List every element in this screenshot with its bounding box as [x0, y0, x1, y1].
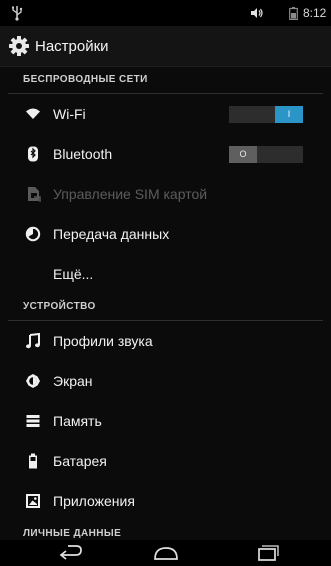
action-bar: Настройки	[0, 26, 331, 67]
settings-item-label: Батарея	[53, 453, 107, 469]
back-icon[interactable]	[58, 544, 84, 562]
settings-item-label: Память	[53, 413, 102, 429]
gear-icon[interactable]	[8, 35, 30, 57]
status-time: 8:12	[303, 6, 327, 20]
settings-item-label: Wi-Fi	[53, 106, 86, 122]
settings-item-storage[interactable]: Память	[0, 401, 331, 441]
section-header-device: УСТРОЙСТВО	[8, 294, 323, 321]
section-header-wireless: БЕСПРОВОДНЫЕ СЕТИ	[8, 67, 323, 94]
settings-item-label: Ещё...	[53, 266, 94, 282]
volume-icon	[251, 8, 263, 18]
wifi-toggle-thumb: I	[275, 106, 303, 123]
settings-item-label: Экран	[53, 373, 93, 389]
bluetooth-toggle-thumb: O	[229, 146, 257, 163]
section-header-label: ЛИЧНЫЕ ДАННЫЕ	[23, 528, 122, 539]
navigation-bar	[0, 540, 331, 566]
brightness-icon	[26, 374, 40, 388]
bluetooth-toggle[interactable]: O	[229, 146, 303, 163]
settings-item-bluetooth[interactable]: Bluetooth O	[0, 134, 331, 174]
apps-icon	[26, 494, 40, 508]
settings-screen: 8:12 Настройки БЕСПРОВОДНЫЕ СЕТИ Wi-Fi I…	[0, 0, 331, 566]
settings-item-display[interactable]: Экран	[0, 361, 331, 401]
section-header-label: УСТРОЙСТВО	[23, 301, 96, 312]
battery-icon	[29, 453, 37, 469]
bluetooth-icon	[28, 146, 38, 162]
battery-icon	[289, 7, 298, 20]
settings-item-label: Bluetooth	[53, 146, 113, 162]
settings-item-battery[interactable]: Батарея	[0, 441, 331, 481]
section-header-label: БЕСПРОВОДНЫЕ СЕТИ	[23, 74, 148, 85]
settings-item-sim: Управление SIM картой	[0, 174, 331, 214]
settings-item-wifi[interactable]: Wi-Fi I	[0, 94, 331, 134]
data-usage-icon	[25, 226, 41, 242]
sim-card-icon	[28, 187, 41, 202]
wifi-toggle[interactable]: I	[229, 106, 303, 123]
settings-item-label: Передача данных	[53, 226, 170, 242]
settings-item-label: Приложения	[53, 493, 135, 509]
settings-item-label: Профили звука	[53, 333, 153, 349]
usb-icon	[12, 6, 23, 21]
recent-apps-icon[interactable]	[254, 544, 280, 562]
settings-item-sound[interactable]: Профили звука	[0, 321, 331, 361]
storage-icon	[26, 415, 40, 427]
settings-item-data-usage[interactable]: Передача данных	[0, 214, 331, 254]
page-title: Настройки	[35, 38, 109, 55]
status-bar: 8:12	[0, 0, 331, 26]
settings-item-more[interactable]: Ещё...	[0, 254, 331, 294]
music-note-icon	[26, 333, 40, 349]
home-icon[interactable]	[153, 544, 179, 562]
settings-item-label: Управление SIM картой	[53, 186, 208, 202]
settings-item-apps[interactable]: Приложения	[0, 481, 331, 521]
settings-list[interactable]: БЕСПРОВОДНЫЕ СЕТИ Wi-Fi I Bluetooth O Уп…	[0, 67, 331, 548]
wifi-icon	[26, 108, 40, 119]
